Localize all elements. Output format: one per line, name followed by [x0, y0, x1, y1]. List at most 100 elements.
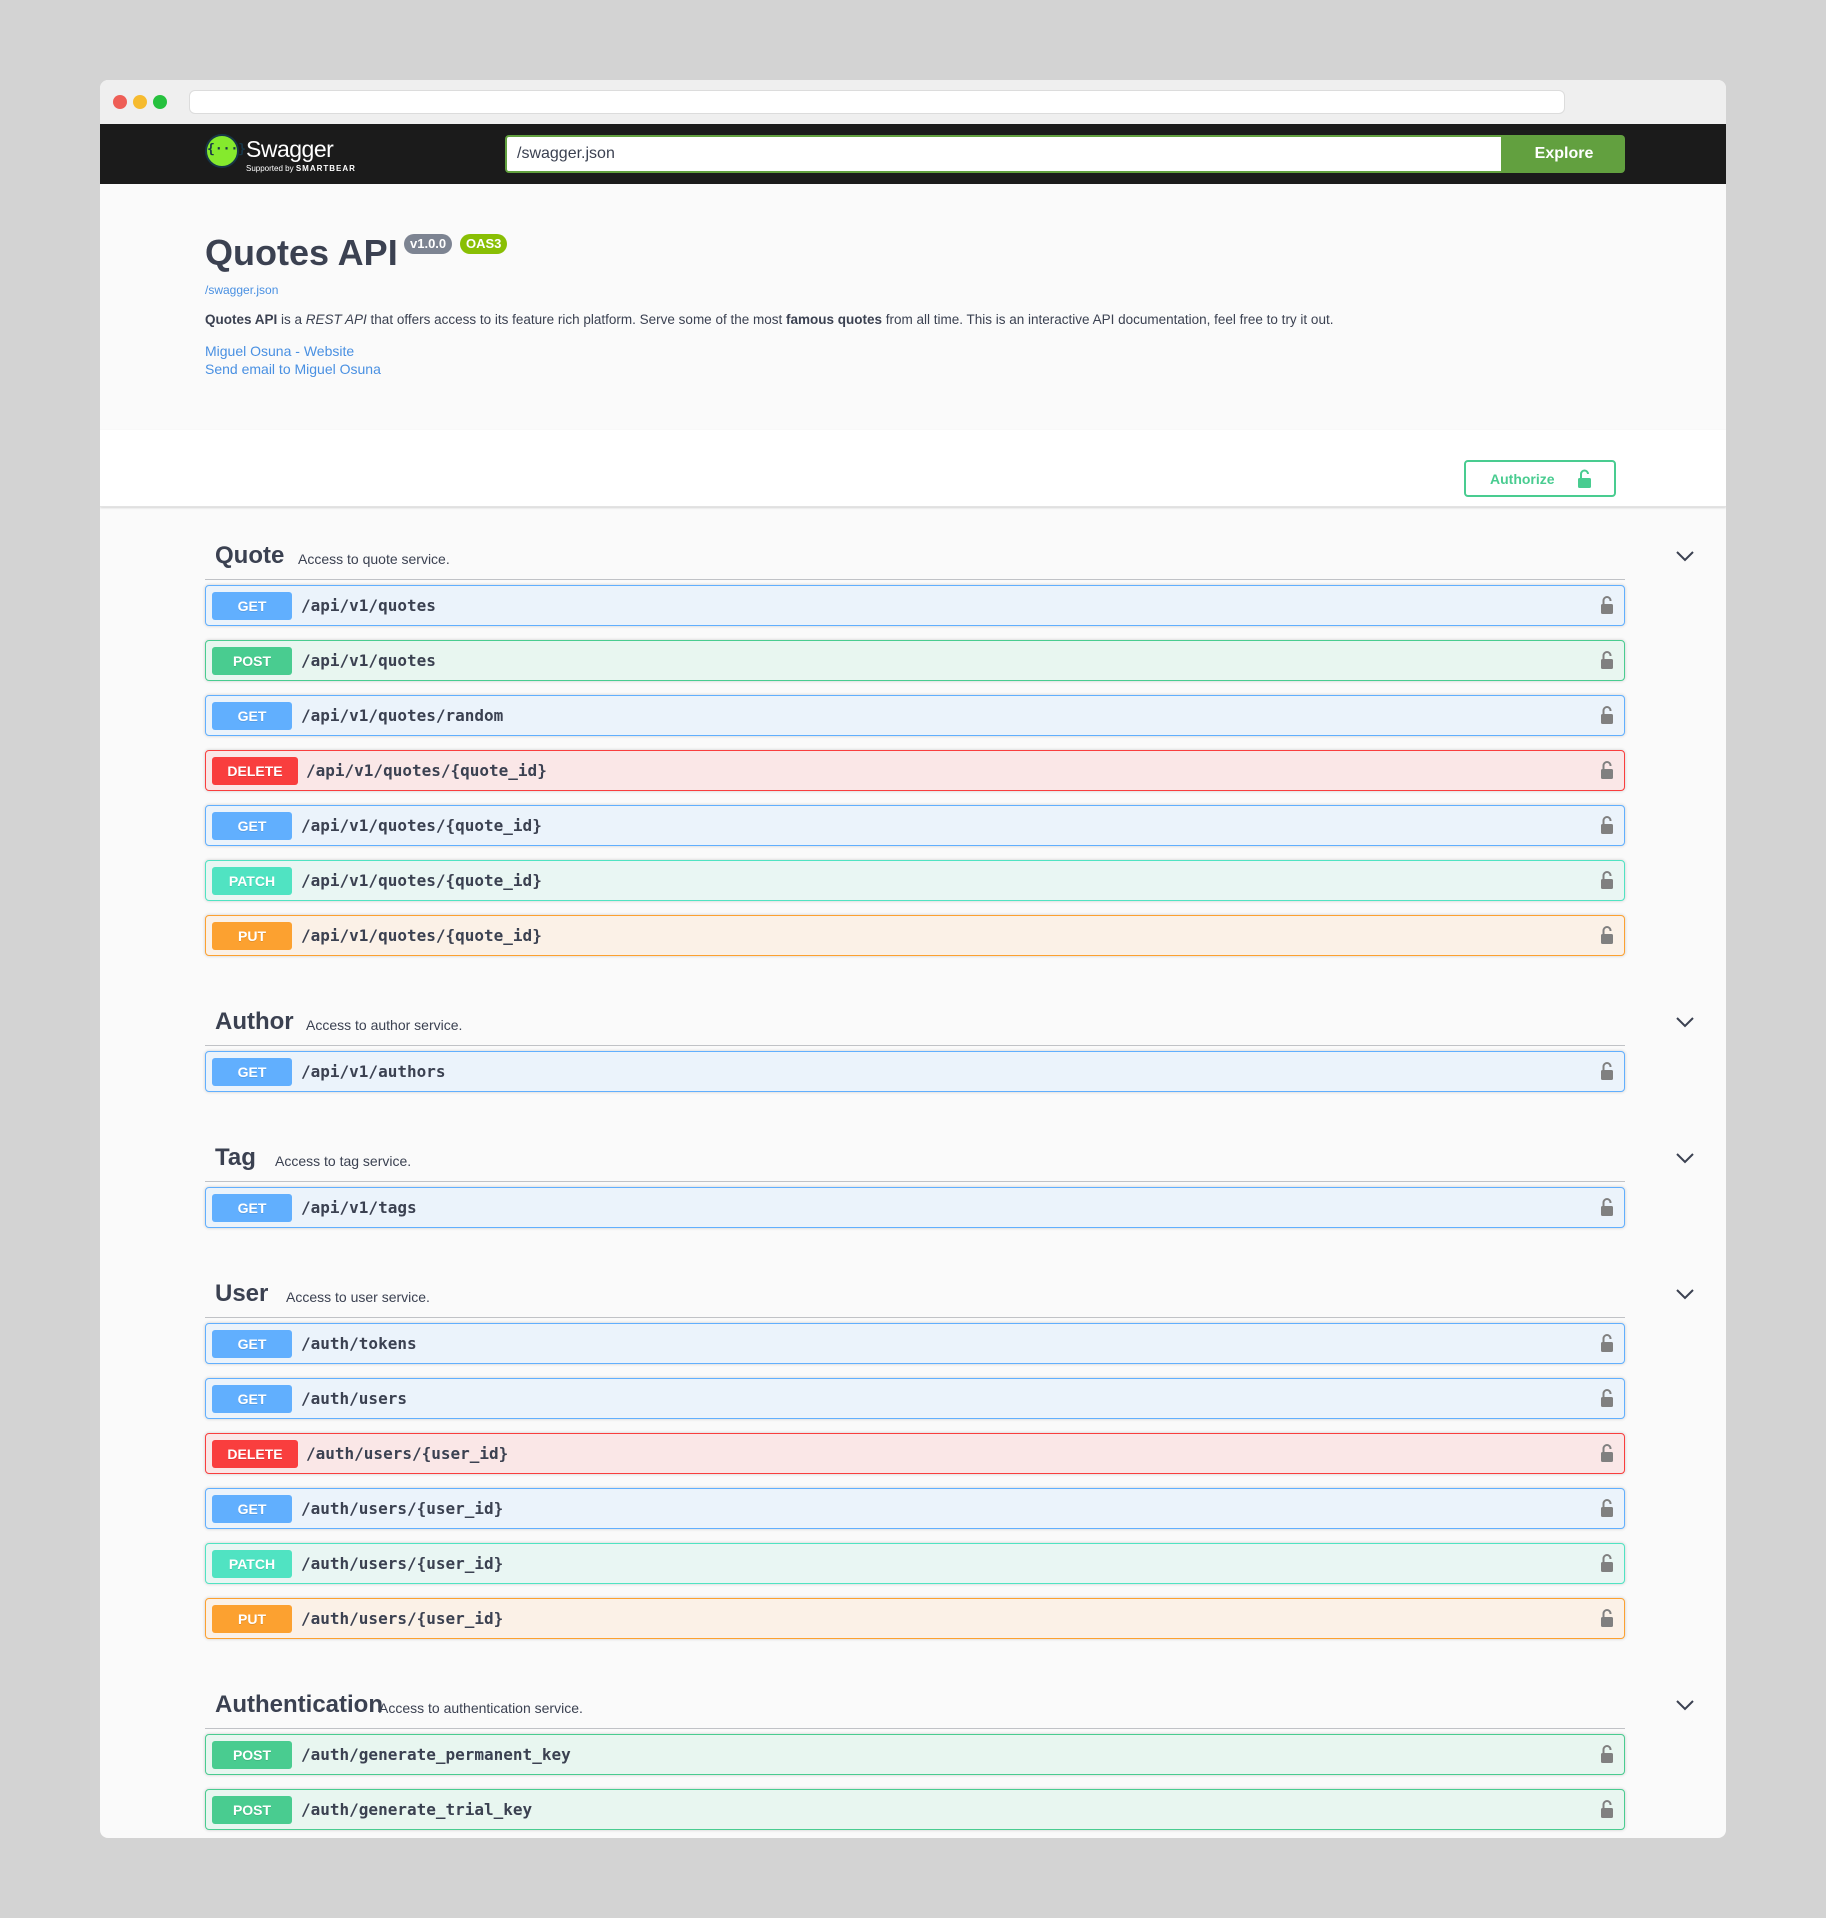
tag-description: Access to tag service. — [275, 1153, 412, 1169]
operation-path: /auth/users/{user_id} — [301, 1554, 504, 1573]
lock-icon[interactable] — [1600, 1498, 1614, 1518]
lock-icon[interactable] — [1600, 1333, 1614, 1353]
lock-icon[interactable] — [1600, 1608, 1614, 1628]
operation-path: /api/v1/quotes — [301, 651, 436, 670]
browser-address-bar[interactable] — [189, 90, 1565, 114]
tag-header-authentication[interactable]: Authentication Access to authentication s… — [205, 1659, 1694, 1729]
operation-row[interactable]: GET/auth/tokens — [205, 1323, 1625, 1364]
spec-url-input[interactable] — [505, 135, 1503, 173]
operation-row[interactable]: GET/api/v1/tags — [205, 1187, 1625, 1228]
operation-row[interactable]: GET/auth/users — [205, 1378, 1625, 1419]
logo-text: Swagger — [246, 136, 334, 162]
method-badge: PATCH — [212, 867, 292, 895]
operation-path: /api/v1/tags — [301, 1198, 417, 1217]
tag-header-quote[interactable]: Quote Access to quote service. — [205, 510, 1694, 580]
contact-website-link[interactable]: Miguel Osuna - Website — [205, 343, 354, 359]
operation-row[interactable]: GET/api/v1/quotes/{quote_id} — [205, 805, 1625, 846]
method-badge: POST — [212, 647, 292, 675]
version-badge: v1.0.0 — [404, 234, 453, 254]
operation-row[interactable]: GET/api/v1/quotes — [205, 585, 1625, 626]
operation-row[interactable]: DELETE/api/v1/quotes/{quote_id} — [205, 750, 1625, 791]
operation-path: /auth/users/{user_id} — [306, 1444, 509, 1463]
maximize-window-button[interactable] — [153, 95, 167, 109]
swagger-logo[interactable]: {···} Swagger Supported by SMARTBEAR — [205, 134, 365, 176]
operation-path: /auth/users/{user_id} — [301, 1499, 504, 1518]
lock-icon[interactable] — [1600, 705, 1614, 725]
lock-icon[interactable] — [1600, 595, 1614, 615]
tag-header-tag[interactable]: Tag Access to tag service. — [205, 1112, 1694, 1182]
method-badge: GET — [212, 1194, 292, 1222]
chevron-down-icon[interactable] — [1675, 1148, 1695, 1168]
authorize-label: Authorize — [1490, 471, 1555, 487]
lock-icon[interactable] — [1600, 650, 1614, 670]
swagger-logo-icon: {···} — [205, 134, 246, 168]
operation-path: /api/v1/quotes/{quote_id} — [306, 761, 547, 780]
tag-name: Authentication — [215, 1691, 383, 1718]
method-badge: PUT — [212, 922, 292, 950]
operation-row[interactable]: GET/api/v1/authors — [205, 1051, 1625, 1092]
lock-icon[interactable] — [1600, 1197, 1614, 1217]
lock-icon[interactable] — [1600, 870, 1614, 890]
operation-row[interactable]: PUT/auth/users/{user_id} — [205, 1598, 1625, 1639]
lock-icon[interactable] — [1600, 1061, 1614, 1081]
operation-row[interactable]: POST/api/v1/quotes — [205, 640, 1625, 681]
scheme-container: Authorize — [100, 430, 1726, 507]
operation-path: /api/v1/quotes/{quote_id} — [301, 926, 542, 945]
operation-path: /auth/users/{user_id} — [301, 1609, 504, 1628]
chevron-down-icon[interactable] — [1675, 546, 1695, 566]
operation-row[interactable]: PATCH/api/v1/quotes/{quote_id} — [205, 860, 1625, 901]
lock-icon[interactable] — [1600, 1443, 1614, 1463]
operation-path: /api/v1/quotes/random — [301, 706, 504, 725]
method-badge: POST — [212, 1796, 292, 1824]
spec-link[interactable]: /swagger.json — [205, 283, 278, 297]
tag-header-user[interactable]: User Access to user service. — [205, 1248, 1694, 1318]
method-badge: DELETE — [212, 1440, 298, 1468]
tag-name: User — [215, 1280, 269, 1307]
operation-path: /auth/tokens — [301, 1334, 417, 1353]
method-badge: GET — [212, 702, 292, 730]
chevron-down-icon[interactable] — [1675, 1284, 1695, 1304]
page-title: Quotes API — [205, 232, 398, 273]
unlocked-icon — [1578, 469, 1591, 488]
chevron-down-icon[interactable] — [1675, 1012, 1695, 1032]
operation-row[interactable]: PATCH/auth/users/{user_id} — [205, 1543, 1625, 1584]
oas-badge: OAS3 — [460, 234, 508, 254]
operation-row[interactable]: POST/auth/generate_permanent_key — [205, 1734, 1625, 1775]
chevron-down-icon[interactable] — [1675, 1695, 1695, 1715]
lock-icon[interactable] — [1600, 925, 1614, 945]
lock-icon[interactable] — [1600, 815, 1614, 835]
lock-icon[interactable] — [1600, 1388, 1614, 1408]
operation-row[interactable]: PUT/api/v1/quotes/{quote_id} — [205, 915, 1625, 956]
tag-description: Access to quote service. — [298, 551, 450, 567]
method-badge: DELETE — [212, 757, 298, 785]
tag-name: Tag — [215, 1144, 256, 1171]
authorize-button[interactable]: Authorize — [1464, 460, 1616, 497]
operation-row[interactable]: DELETE/auth/users/{user_id} — [205, 1433, 1625, 1474]
close-window-button[interactable] — [113, 95, 127, 109]
lock-icon[interactable] — [1600, 1553, 1614, 1573]
operation-row[interactable]: POST/auth/generate_trial_key — [205, 1789, 1625, 1830]
explore-button[interactable]: Explore — [1503, 135, 1625, 173]
method-badge: GET — [212, 1495, 292, 1523]
lock-icon[interactable] — [1600, 760, 1614, 780]
operation-row[interactable]: GET/auth/users/{user_id} — [205, 1488, 1625, 1529]
swagger-topbar: {···} Swagger Supported by SMARTBEAR Exp… — [100, 124, 1726, 184]
tag-name: Author — [215, 1008, 294, 1035]
method-badge: POST — [212, 1741, 292, 1769]
tag-description: Access to authentication service. — [379, 1700, 583, 1716]
operation-path: /api/v1/quotes — [301, 596, 436, 615]
contact-email-link[interactable]: Send email to Miguel Osuna — [205, 361, 381, 377]
lock-icon[interactable] — [1600, 1744, 1614, 1764]
tag-header-author[interactable]: Author Access to author service. — [205, 976, 1694, 1046]
tag-name: Quote — [215, 542, 285, 569]
logo-subtitle: Supported by SMARTBEAR — [246, 164, 356, 173]
minimize-window-button[interactable] — [133, 95, 147, 109]
operation-path: /api/v1/quotes/{quote_id} — [301, 871, 542, 890]
operation-path: /auth/generate_trial_key — [301, 1800, 533, 1819]
method-badge: GET — [212, 812, 292, 840]
lock-icon[interactable] — [1600, 1799, 1614, 1819]
tag-description: Access to user service. — [286, 1289, 430, 1305]
operation-path: /auth/users — [301, 1389, 407, 1408]
browser-window: {···} Swagger Supported by SMARTBEAR Exp… — [100, 80, 1726, 1838]
operation-row[interactable]: GET/api/v1/quotes/random — [205, 695, 1625, 736]
